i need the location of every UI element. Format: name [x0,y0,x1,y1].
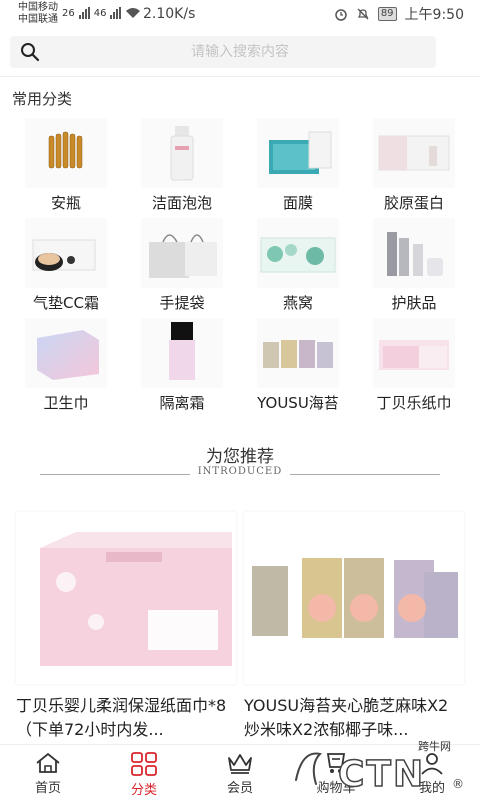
signal-icon [78,7,90,19]
category-label: 卫生巾 [43,394,89,412]
network-1: 26 [62,7,75,19]
category-item-mask[interactable]: 面膜 [240,114,356,214]
category-item-birdnest[interactable]: 燕窝 [240,214,356,314]
carrier-2: 中国联通 [18,14,58,25]
clock: 上午9:50 [404,7,464,23]
tab-label: 分类 [130,783,157,798]
svg-text:CTN: CTN [338,754,425,795]
birdnest-image [257,218,339,288]
cushion-image [25,218,107,288]
category-label: 隔离霜 [159,394,205,412]
tab-category[interactable]: 分类 [96,745,192,800]
signal-icon [110,7,122,19]
category-label: 丁贝乐纸巾 [376,394,452,412]
category-label: 面膜 [282,194,313,212]
category-item-collagen[interactable]: 胶原蛋白 [356,114,472,214]
watermark-logo: CTN ® 跨牛网 [276,730,476,800]
skincare-image [373,218,455,288]
category-item-skincare[interactable]: 护肤品 [356,214,472,314]
category-label: 手提袋 [159,294,205,312]
carrier-1: 中国移动 [18,2,58,13]
mute-icon [357,8,369,20]
category-item-cleanser[interactable]: 洁面泡泡 [124,114,240,214]
category-item-handbag[interactable]: 手提袋 [124,214,240,314]
signal-group: 26 46 [62,7,141,19]
category-item-ampoule[interactable]: 安瓶 [8,114,124,214]
recommend-title: 为您推荐 [206,447,274,467]
tab-home[interactable]: 首页 [0,745,96,800]
tab-label: 首页 [34,781,61,796]
divider [0,76,480,77]
category-icon [131,752,157,776]
category-item-sanitary-pad[interactable]: 卫生巾 [8,314,124,414]
category-item-cushion[interactable]: 气垫CC霜 [8,214,124,314]
home-icon [36,752,60,773]
tab-member[interactable]: 会员 [192,745,288,800]
status-right: 89 上午9:50 [334,4,464,24]
cleanser-image [141,118,223,188]
mask-image [257,118,339,188]
product-card[interactable]: YOUSU海苔夹心脆芝麻味X2炒米味X2浓郁椰子味... [244,512,464,754]
category-label: 洁面泡泡 [151,194,212,212]
product-title[interactable]: 丁贝乐婴儿柔润保湿纸面巾*8（下单72小时内发... [16,694,236,742]
status-bar: 中国移动 中国联通 26 46 2.10K/s 89 上午9:50 [0,0,480,30]
category-item-tissue[interactable]: 丁贝乐纸巾 [356,314,472,414]
recommend-subtitle: INTRODUCED [197,466,283,477]
category-label: 气垫CC霜 [33,294,99,312]
wifi-icon [126,8,141,18]
battery-icon: 89 [377,7,397,21]
category-grid: 安瓶 洁面泡泡 面膜 胶原蛋白 气垫CC霜 手提袋 燕窝 护肤品 卫生巾 隔离霜… [8,114,472,414]
search-bar[interactable] [10,36,436,68]
category-item-primer[interactable]: 隔离霜 [124,314,240,414]
watermark-text: 跨牛网 [418,739,451,753]
sanitary-pad-image [25,318,107,388]
category-label: 胶原蛋白 [383,194,444,212]
tissue-image [373,318,455,388]
ampoule-image [25,118,107,188]
primer-image [141,318,223,388]
svg-text:®: ® [452,777,464,791]
tissue-pack-image[interactable] [16,512,236,684]
section-title: 常用分类 [12,90,73,108]
category-label: YOUSU海苔 [257,394,339,412]
network-speed: 2.10K/s [143,6,196,22]
collagen-image [373,118,455,188]
network-2: 46 [93,7,107,19]
alarm-icon [335,9,347,21]
crown-icon [228,754,252,774]
category-label: 安瓶 [50,194,81,212]
carrier-info: 中国移动 中国联通 [18,2,58,26]
tab-label: 会员 [226,781,253,796]
search-icon[interactable] [20,42,40,62]
seaweed-cans-image[interactable] [244,512,464,684]
seaweed-image [257,318,339,388]
category-label: 护肤品 [391,294,437,312]
category-label: 燕窝 [282,294,313,312]
search-input[interactable] [50,36,430,68]
product-card[interactable]: 丁贝乐婴儿柔润保湿纸面巾*8（下单72小时内发... [16,512,236,754]
category-item-seaweed[interactable]: YOUSU海苔 [240,314,356,414]
handbag-image [141,218,223,288]
